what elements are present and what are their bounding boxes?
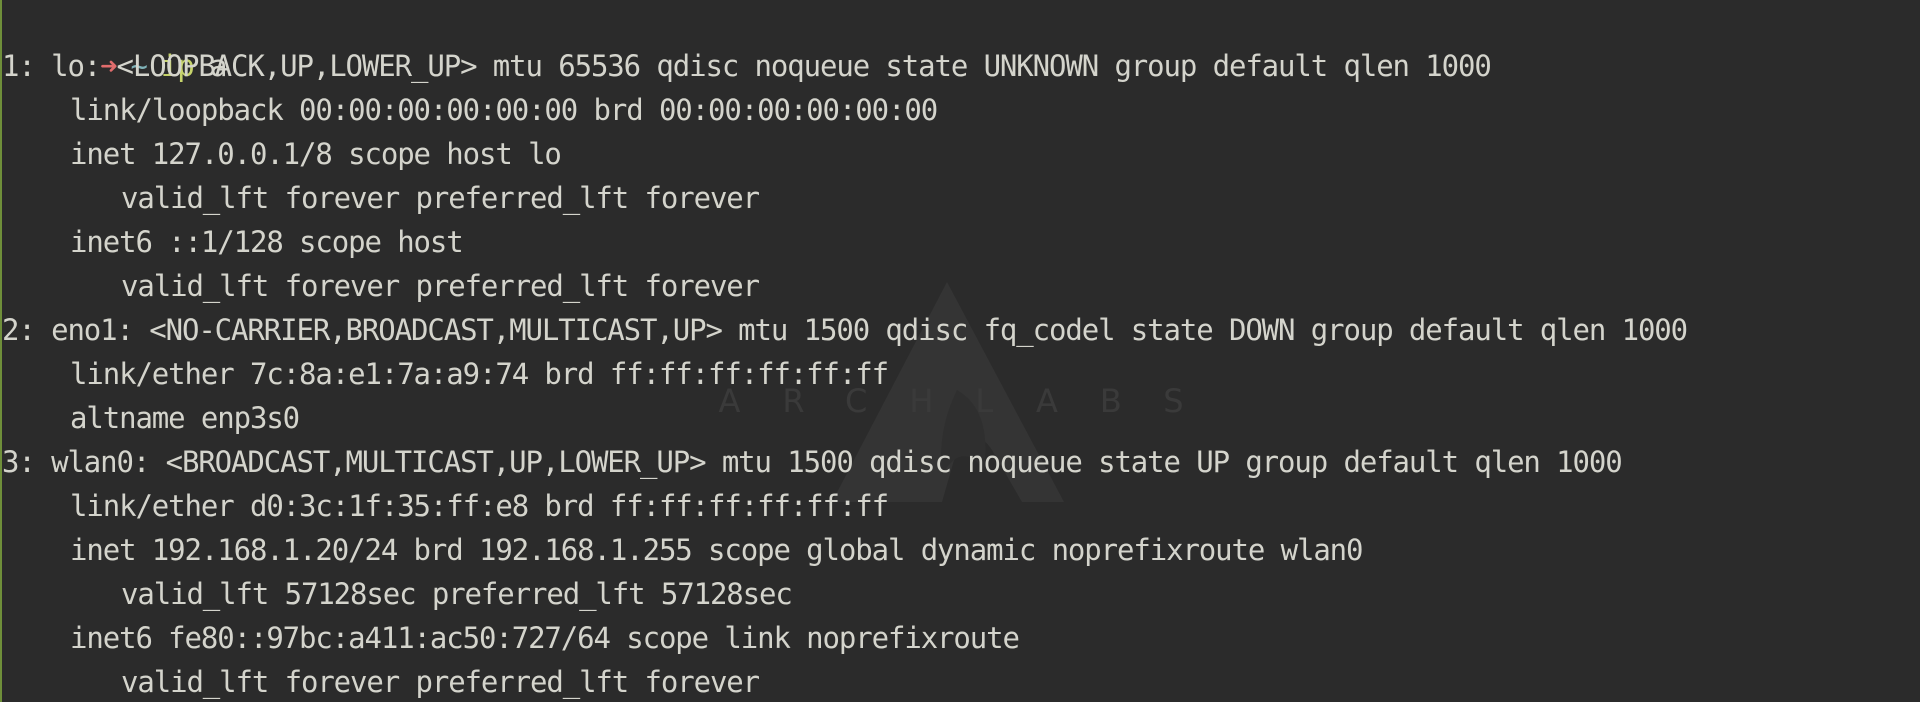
prompt-line: ➜ ~ ip a — [2, 0, 1687, 83]
output-line: 3: wlan0: <BROADCAST,MULTICAST,UP,LOWER_… — [2, 445, 1623, 479]
output-line: inet 127.0.0.1/8 scope host lo — [70, 137, 562, 171]
output-line: altname enp3s0 — [70, 401, 300, 435]
terminal-window[interactable]: ARCHLABS ➜ ~ ip a 1: lo: <LOOPBACK,UP,LOWE… — [0, 0, 1920, 702]
output-line: valid_lft 57128sec preferred_lft 57128se… — [121, 577, 793, 611]
output-line: link/loopback 00:00:00:00:00:00 brd 00:0… — [70, 93, 938, 127]
terminal-output: ➜ ~ ip a 1: lo: <LOOPBACK,UP,LOWER_UP> mtu… — [2, 0, 1688, 702]
output-line: inet6 ::1/128 scope host — [70, 225, 464, 259]
output-line: link/ether d0:3c:1f:35:ff:e8 brd ff:ff:f… — [70, 489, 889, 523]
output-line: inet6 fe80::97bc:a411:ac50:727/64 scope … — [70, 621, 1020, 655]
output-line: valid_lft forever preferred_lft forever — [121, 269, 760, 303]
output-line: 1: lo: <LOOPBACK,UP,LOWER_UP> mtu 65536 … — [2, 49, 1492, 83]
output-line: link/ether 7c:8a:e1:7a:a9:74 brd ff:ff:f… — [70, 357, 889, 391]
output-line: inet 192.168.1.20/24 brd 192.168.1.255 s… — [70, 533, 1364, 567]
output-line: valid_lft forever preferred_lft forever — [121, 181, 760, 215]
output-line: 2: eno1: <NO-CARRIER,BROADCAST,MULTICAST… — [2, 313, 1688, 347]
output-line: valid_lft forever preferred_lft forever — [121, 665, 760, 699]
